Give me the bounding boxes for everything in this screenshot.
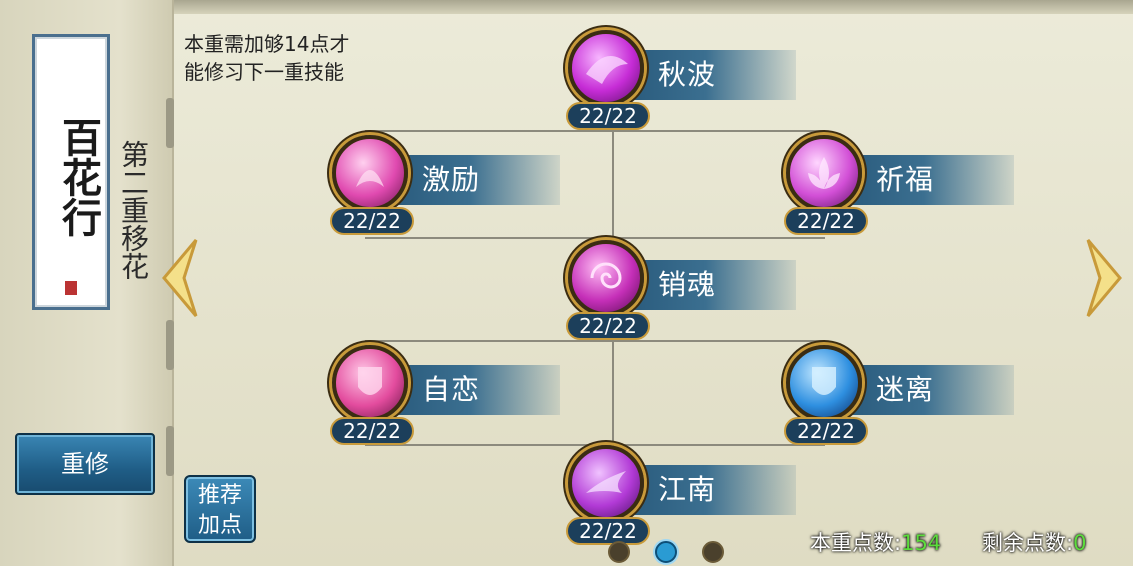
seal-stamp-icon — [65, 281, 77, 295]
skill-name: 秋波 — [658, 58, 717, 91]
layer-title: 第二重移花 — [117, 140, 150, 280]
skill-name: 江南 — [658, 473, 717, 506]
spiral-orb-icon — [568, 240, 644, 316]
skill-node-qiubo[interactable]: 秋波 22/22 — [556, 30, 796, 130]
requirement-hint: 本重需加够14点才 能修习下一重技能 — [184, 30, 394, 86]
hint-line2: 能修习下一重技能 — [184, 60, 344, 84]
current-points: 本重点数:154 — [810, 528, 941, 558]
prev-page-arrow-icon[interactable] — [158, 238, 198, 318]
sect-title: 百花行 — [55, 117, 102, 237]
skill-level: 22/22 — [784, 417, 868, 445]
skill-name: 迷离 — [876, 373, 935, 406]
skill-level: 22/22 — [330, 207, 414, 235]
tree-connector — [365, 237, 825, 239]
skill-level: 22/22 — [566, 312, 650, 340]
skill-node-jili[interactable]: 激励 22/22 — [320, 135, 560, 235]
tree-connector — [365, 340, 825, 342]
scroll-rod — [166, 426, 174, 476]
phoenix-orb-icon — [568, 445, 644, 521]
skill-name: 祈福 — [876, 163, 935, 196]
left-panel: 百花行 第二重移花 重修 — [0, 0, 174, 566]
remaining-points-value: 0 — [1073, 531, 1087, 555]
shield-orb-icon — [332, 345, 408, 421]
skill-name: 激励 — [422, 163, 481, 196]
next-page-arrow-icon[interactable] — [1086, 238, 1126, 318]
page-dot-1[interactable] — [608, 541, 630, 563]
skill-node-mili[interactable]: 迷离 22/22 — [774, 345, 1014, 445]
recommend-points-button[interactable]: 推荐 加点 — [184, 475, 256, 543]
recommend-label-line1: 推荐 — [197, 483, 242, 508]
skill-level: 22/22 — [566, 102, 650, 130]
recommend-label-line2: 加点 — [197, 513, 242, 538]
page-dot-3[interactable] — [702, 541, 724, 563]
page-dot-2[interactable] — [655, 541, 677, 563]
scroll-rod — [166, 98, 174, 148]
scroll-rod — [166, 320, 174, 370]
skill-level: 22/22 — [330, 417, 414, 445]
current-points-value: 154 — [901, 531, 942, 555]
remaining-points-label: 剩余点数: — [982, 531, 1074, 555]
skill-node-xiaohun[interactable]: 销魂 22/22 — [556, 240, 796, 340]
skill-name: 销魂 — [658, 268, 717, 301]
ice-shield-orb-icon — [786, 345, 862, 421]
ribbon-orb-icon — [568, 30, 644, 106]
skill-node-jiangnan[interactable]: 江南 22/22 — [556, 445, 796, 545]
skill-level: 22/22 — [566, 517, 650, 545]
skill-node-qifu[interactable]: 祈福 22/22 — [774, 135, 1014, 235]
skill-node-zilian[interactable]: 自恋 22/22 — [320, 345, 560, 445]
current-points-label: 本重点数: — [810, 531, 902, 555]
reset-button[interactable]: 重修 — [15, 433, 155, 495]
skill-level: 22/22 — [784, 207, 868, 235]
remaining-points: 剩余点数:0 — [982, 528, 1086, 558]
tree-connector — [365, 130, 825, 132]
lotus-orb-icon — [786, 135, 862, 211]
hint-line1: 本重需加够14点才 — [184, 32, 350, 56]
skill-name: 自恋 — [422, 373, 481, 406]
sect-title-card: 百花行 — [32, 34, 110, 310]
rose-orb-icon — [332, 135, 408, 211]
